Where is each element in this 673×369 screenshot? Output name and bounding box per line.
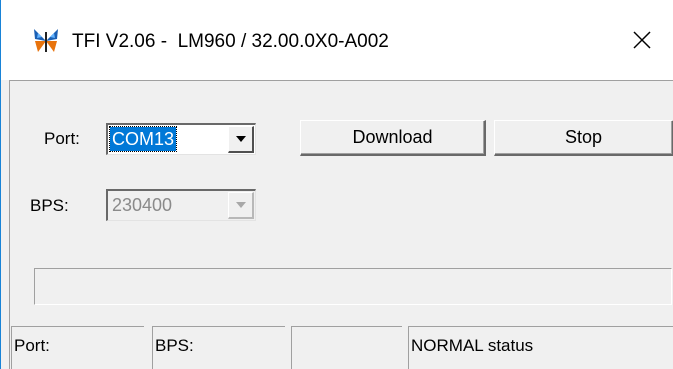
port-select-value: COM13 <box>108 126 178 152</box>
stop-button[interactable]: Stop <box>494 120 673 156</box>
close-button[interactable] <box>611 0 673 80</box>
download-button[interactable]: Download <box>300 120 486 156</box>
port-dropdown-button[interactable] <box>228 126 254 153</box>
status-pane-bps: BPS: <box>152 326 285 369</box>
client-area: Port: COM13 Download Stop BPS: 230400 Po… <box>9 80 673 369</box>
app-window: TFI V2.06 - LM960 / 32.00.0X0-A002 Port:… <box>0 0 673 369</box>
status-pane-state: NORMAL status <box>408 326 673 369</box>
bps-select: 230400 <box>106 189 256 221</box>
window-title: TFI V2.06 - LM960 / 32.00.0X0-A002 <box>72 31 389 52</box>
close-icon <box>633 31 651 49</box>
download-progress-bar <box>34 268 672 305</box>
port-select[interactable]: COM13 <box>106 123 256 155</box>
port-label: Port: <box>44 129 80 148</box>
chevron-down-icon <box>235 202 246 208</box>
title-bar[interactable]: TFI V2.06 - LM960 / 32.00.0X0-A002 <box>1 0 673 80</box>
bps-label: BPS: <box>30 196 69 215</box>
bps-select-value: 230400 <box>112 195 173 215</box>
status-bar: Port: BPS: NORMAL status <box>10 321 673 369</box>
butterfly-app-icon <box>32 27 60 55</box>
chevron-down-icon <box>235 136 246 142</box>
bps-dropdown-button <box>228 192 254 219</box>
status-pane-empty <box>291 326 402 369</box>
status-pane-port: Port: <box>11 326 144 369</box>
